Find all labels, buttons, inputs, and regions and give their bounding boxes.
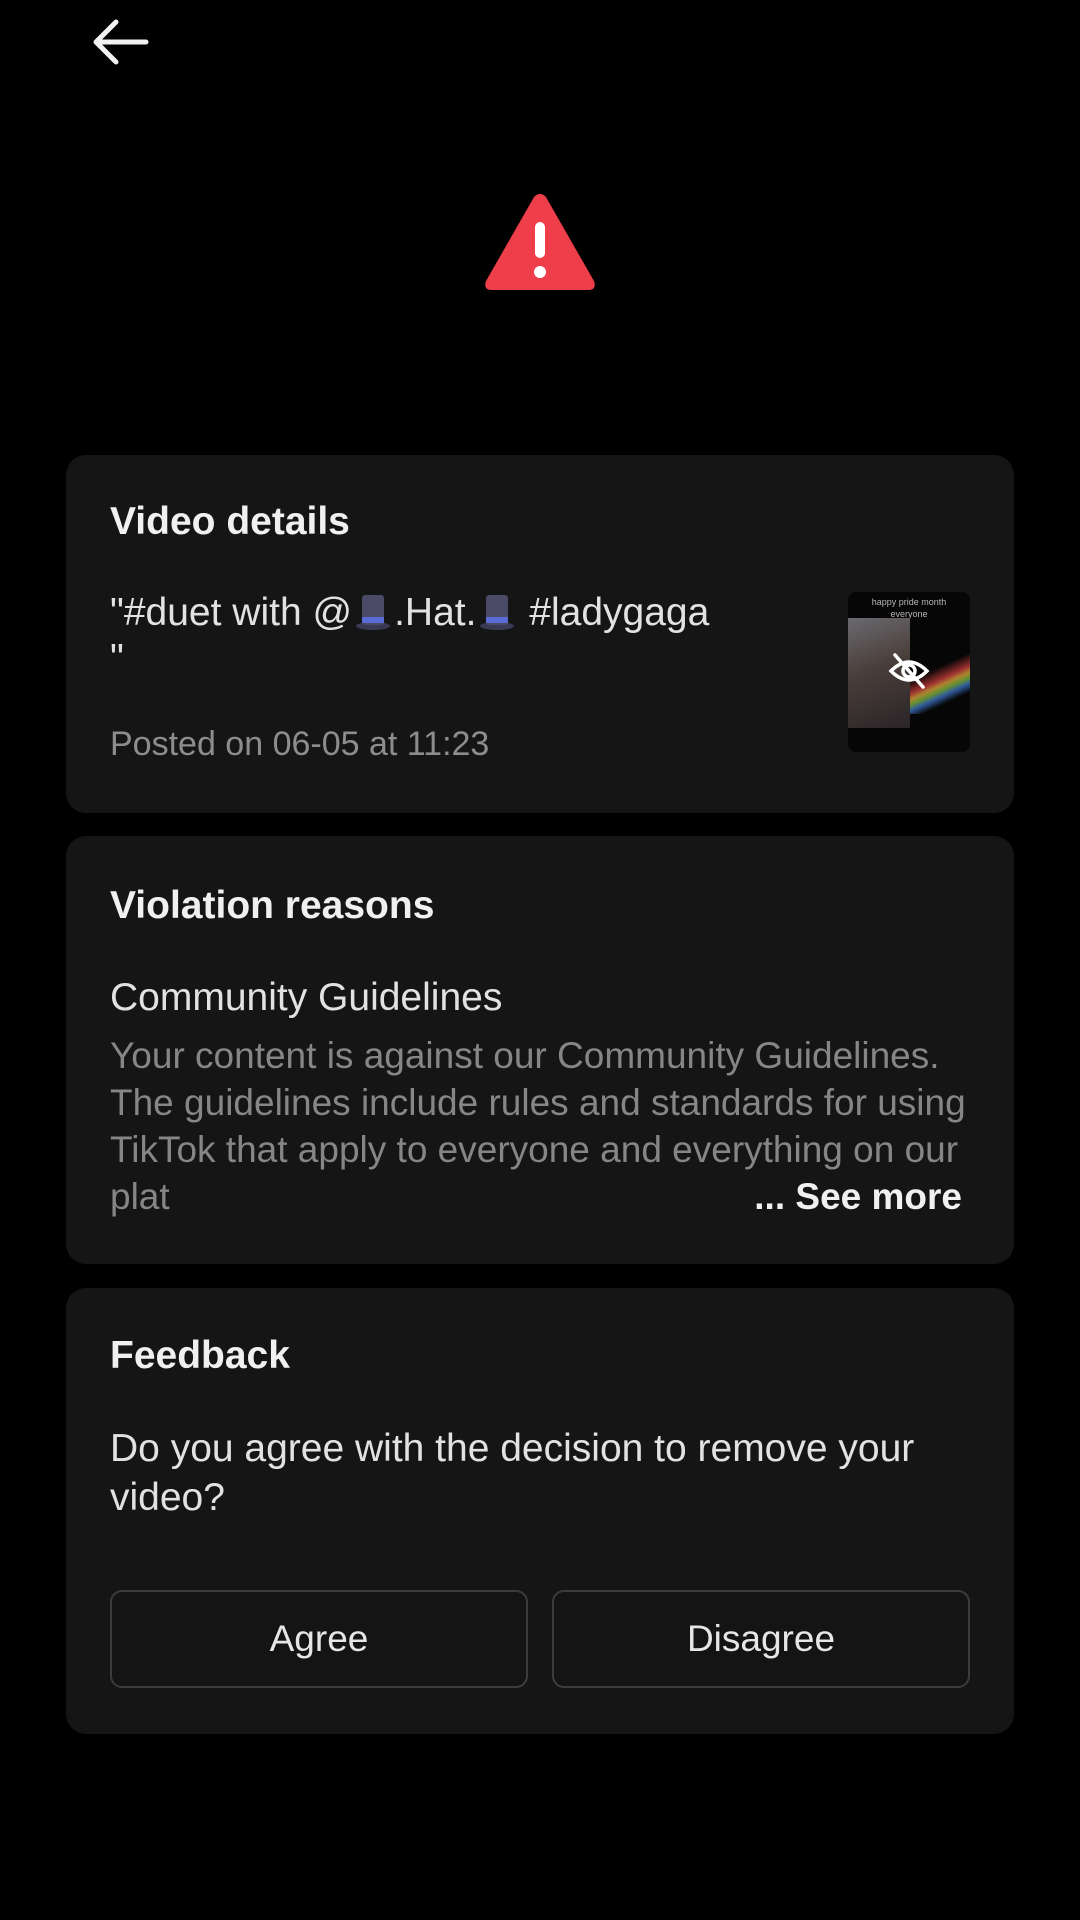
eye-slash-icon	[888, 653, 930, 689]
back-button[interactable]	[86, 12, 154, 72]
posted-date: Posted on 06-05 at 11:23	[110, 725, 490, 763]
video-thumbnail[interactable]: happy pride month everyone	[848, 592, 970, 752]
thumbnail-text: happy pride month everyone	[871, 597, 947, 619]
feedback-card: Feedback Do you agree with the decision …	[66, 1288, 1014, 1734]
disagree-button[interactable]: Disagree	[552, 1590, 970, 1688]
arrow-left-icon	[93, 19, 149, 65]
video-details-card: Video details "#duet with @ .Hat. #ladyga…	[66, 455, 1014, 813]
top-hat-emoji	[356, 595, 391, 630]
violation-reasons-title: Violation reasons	[110, 884, 435, 927]
feedback-title: Feedback	[110, 1334, 290, 1377]
feedback-question: Do you agree with the decision to remove…	[110, 1427, 915, 1519]
top-hat-emoji	[480, 595, 515, 630]
agree-button[interactable]: Agree	[110, 1590, 528, 1688]
guideline-name: Community Guidelines	[110, 976, 503, 1019]
see-more-link[interactable]: ... See more	[748, 1173, 962, 1220]
video-caption: "#duet with @ .Hat. #ladygaga "	[110, 591, 710, 680]
video-details-title: Video details	[110, 500, 350, 543]
violation-reasons-card: Violation reasons Community Guidelines Y…	[66, 836, 1014, 1264]
warning-triangle-icon	[485, 194, 595, 290]
